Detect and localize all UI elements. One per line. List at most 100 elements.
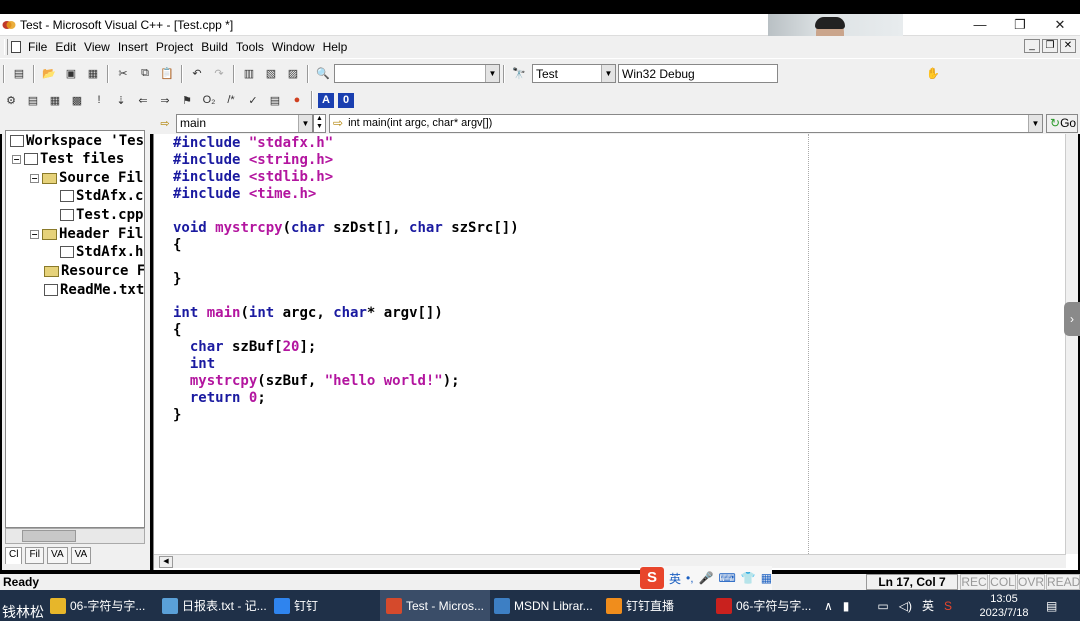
document-icon[interactable]: ▤ (266, 91, 284, 109)
grid-icon[interactable]: ▦ (761, 571, 772, 585)
punctuation-icon[interactable]: •, (686, 571, 694, 585)
go-debug-icon[interactable]: ⇣ (112, 91, 130, 109)
editor-vertical-scrollbar[interactable] (1065, 134, 1078, 554)
tree-item-project[interactable]: − Test files (12, 150, 124, 168)
toolbar-grip[interactable] (3, 64, 5, 83)
ime-mode[interactable]: 英 (669, 570, 681, 587)
chevron-up-icon[interactable]: ∧ (824, 599, 833, 613)
menu-view[interactable]: View (80, 40, 114, 54)
workspace-horizontal-scrollbar[interactable] (5, 528, 145, 544)
context-arrow-icon[interactable]: ⇨ (156, 114, 174, 132)
forward-arrow-icon[interactable]: ⇒ (156, 91, 174, 109)
tomato-icon[interactable]: ● (288, 91, 306, 109)
execute-icon[interactable]: ! (90, 91, 108, 109)
tree-item-source-files[interactable]: − Source Fil (30, 169, 143, 187)
code-area[interactable]: #include "stdafx.h" #include <string.h> … (154, 134, 1066, 554)
copy-icon[interactable]: ⧉ (136, 65, 154, 83)
collapse-icon[interactable]: − (30, 173, 39, 183)
symbol-icon[interactable]: O₂ (200, 91, 218, 109)
tree-item-stdafx-cpp[interactable]: StdAfx.c (60, 187, 143, 205)
menu-project[interactable]: Project (152, 40, 197, 54)
workspace-toggle-icon[interactable]: ▥ (240, 65, 258, 83)
menu-window[interactable]: Window (268, 40, 319, 54)
menu-insert[interactable]: Insert (114, 40, 152, 54)
menu-build[interactable]: Build (197, 40, 232, 54)
build-icon[interactable]: ▤ (24, 91, 42, 109)
scope-combo[interactable]: main ▼ (176, 113, 313, 133)
tab-file-view[interactable]: Fil (25, 547, 45, 564)
save-icon[interactable]: ▣ (62, 65, 80, 83)
network-icon[interactable]: ▭ (877, 599, 888, 613)
compile-icon[interactable]: ⚙ (2, 91, 20, 109)
battery-icon[interactable]: ▮ (843, 599, 850, 613)
comment-icon[interactable]: /* (222, 91, 240, 109)
tree-item-workspace[interactable]: Workspace 'Tes (10, 132, 144, 150)
stop-build-icon[interactable]: ▩ (68, 91, 86, 109)
find-icon[interactable]: 🔭 (510, 65, 528, 83)
menubar-grip[interactable] (4, 39, 8, 55)
sogou-logo-icon[interactable]: S (640, 567, 664, 589)
scroll-left-icon[interactable]: ◀ (159, 556, 173, 568)
menu-help[interactable]: Help (319, 40, 352, 54)
rebuild-icon[interactable]: ▦ (46, 91, 64, 109)
new-file-icon[interactable]: ▤ (10, 65, 28, 83)
window-titlebar[interactable]: Test - Microsoft Visual C++ - [Test.cpp … (0, 14, 1080, 36)
visual-assist-a-button[interactable]: A (318, 92, 334, 108)
editor-horizontal-scrollbar[interactable]: ◀ (154, 554, 1066, 568)
go-button[interactable]: ↻ Go (1046, 113, 1078, 133)
visual-assist-0-button[interactable]: 0 (338, 92, 354, 108)
notification-icon[interactable]: ▤ (1046, 590, 1057, 621)
save-all-icon[interactable]: ▦ (84, 65, 102, 83)
keyboard-icon[interactable]: ⌨ (719, 571, 736, 585)
minimize-button[interactable]: — (960, 14, 1000, 36)
microphone-icon[interactable]: 🎤 (699, 571, 714, 585)
maximize-button[interactable]: ❐ (1000, 14, 1040, 36)
task-folder-06[interactable]: 06-字符与字... (50, 590, 145, 621)
menu-edit[interactable]: Edit (51, 40, 80, 54)
cut-icon[interactable]: ✂ (114, 65, 132, 83)
task-msdn[interactable]: MSDN Librar... (494, 590, 593, 621)
tree-item-resource-files[interactable]: Resource F (44, 262, 144, 280)
tab-visual-assist-1[interactable]: VA (47, 547, 68, 564)
input-language[interactable]: 英 (922, 597, 934, 614)
tab-class-view[interactable]: Cl (5, 547, 23, 564)
bookmark-icon[interactable]: ⚑ (178, 91, 196, 109)
function-combo[interactable]: ⇨ int main(int argc, char* argv[]) ▼ (329, 113, 1043, 133)
spell-check-icon[interactable]: ✓ (244, 91, 262, 109)
sogou-tray-icon[interactable]: S (944, 599, 952, 613)
collapse-icon[interactable]: − (30, 229, 39, 239)
configuration-combo[interactable]: Win32 Debug (618, 64, 778, 83)
paste-icon[interactable]: 📋 (158, 65, 176, 83)
find-combo[interactable]: ▼ (334, 64, 500, 83)
scope-spinner[interactable]: ▲ ▼ (313, 113, 326, 133)
scroll-thumb[interactable] (22, 530, 76, 542)
document-icon[interactable] (11, 41, 21, 53)
window-list-icon[interactable]: ▨ (284, 65, 302, 83)
tree-item-readme[interactable]: ReadMe.txt (44, 281, 144, 299)
skin-icon[interactable]: 👕 (741, 571, 756, 585)
tree-item-header-files[interactable]: − Header Fil (30, 225, 143, 243)
code-editor[interactable]: #include "stdafx.h" #include <string.h> … (153, 134, 1078, 570)
task-notepad[interactable]: 日报表.txt - 记... (162, 590, 267, 621)
find-in-files-icon[interactable]: 🔍 (314, 65, 332, 83)
mdi-restore-button[interactable]: ❐ (1042, 39, 1058, 53)
tab-visual-assist-2[interactable]: VA (70, 547, 92, 564)
side-panel-handle-icon[interactable]: › (1064, 302, 1080, 336)
menu-tools[interactable]: Tools (232, 40, 268, 54)
task-dingtalk[interactable]: 钉钉 (274, 590, 318, 621)
output-window-icon[interactable]: ▧ (262, 65, 280, 83)
menu-file[interactable]: File (24, 40, 51, 54)
close-button[interactable]: ✕ (1040, 14, 1080, 36)
system-clock[interactable]: 13:05 2023/7/18 (976, 592, 1032, 620)
volume-icon[interactable]: ◁) (899, 599, 912, 613)
hand-icon[interactable]: ✋ (924, 65, 942, 83)
mdi-minimize-button[interactable]: _ (1024, 39, 1040, 53)
undo-icon[interactable]: ↶ (188, 65, 206, 83)
task-visual-cpp[interactable]: Test - Micros... (380, 590, 491, 621)
chevron-down-icon[interactable]: ▼ (601, 65, 615, 82)
open-folder-icon[interactable]: 📂 (40, 65, 58, 83)
back-arrow-icon[interactable]: ⇐ (134, 91, 152, 109)
tree-item-stdafx-h[interactable]: StdAfx.h (60, 243, 143, 261)
tree-item-test-cpp[interactable]: Test.cpp (60, 206, 143, 224)
redo-icon[interactable]: ↷ (210, 65, 228, 83)
